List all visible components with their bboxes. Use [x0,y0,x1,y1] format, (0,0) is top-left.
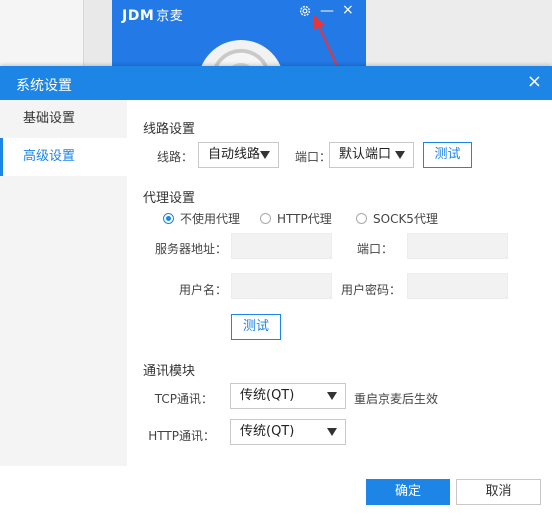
proxy-test-button[interactable]: 测试 [231,314,281,340]
route-label: 线路： [156,150,193,164]
cancel-button[interactable]: 取消 [456,479,541,505]
http-select-value: 传统(QT) [240,424,295,439]
tcp-select-value: 传统(QT) [240,388,295,403]
chevron-down-icon [395,151,405,159]
tcp-select[interactable]: 传统(QT) [230,383,346,409]
ok-button[interactable]: 确定 [366,479,450,505]
comm-section-title: 通讯模块 [143,364,196,379]
proxy-port-input[interactable] [407,233,508,259]
tcp-note: 重启京麦后生效 [354,392,439,406]
tcp-label: TCP通讯： [154,392,213,406]
dialog-close-icon[interactable]: × [527,72,542,92]
http-label: HTTP通讯： [148,429,215,443]
username-input[interactable] [231,273,332,299]
server-address-input[interactable] [231,233,332,259]
settings-dialog: 系统设置 × 基础设置 高级设置 线路设置 线路： 自动线路 端口： 默认端口 … [0,66,552,517]
proxy-sock5-label: SOCK5代理 [373,212,438,226]
proxy-http-radio[interactable]: HTTP代理 [260,210,332,227]
radio-unchecked-icon [356,213,367,224]
route-select-value: 自动线路 [208,147,261,162]
port-label: 端口： [294,150,331,164]
username-label: 用户名： [178,283,227,297]
route-select[interactable]: 自动线路 [198,142,279,168]
settings-content: 线路设置 线路： 自动线路 端口： 默认端口 测试 代理设置 不使用代理 HTT… [127,100,552,466]
radio-unchecked-icon [260,213,271,224]
sidebar-item-advanced[interactable]: 高级设置 [0,138,127,176]
dialog-footer: 确定 取消 [0,466,552,517]
proxy-sock5-radio[interactable]: SOCK5代理 [356,210,438,227]
dialog-title: 系统设置 [16,78,72,94]
proxy-section-title: 代理设置 [143,191,196,206]
chevron-down-icon [260,151,270,159]
route-test-button[interactable]: 测试 [423,142,472,168]
chevron-down-icon [327,392,337,400]
route-section-title: 线路设置 [143,122,196,137]
http-select[interactable]: 传统(QT) [230,419,346,445]
proxy-none-label: 不使用代理 [180,212,241,226]
proxy-port-label: 端口： [356,242,393,256]
dialog-header: 系统设置 × [0,66,552,100]
password-input[interactable] [407,273,508,299]
radio-checked-icon [163,213,174,224]
port-select-value: 默认端口 [339,147,392,162]
settings-sidebar: 基础设置 高级设置 [0,100,127,466]
proxy-none-radio[interactable]: 不使用代理 [163,210,240,227]
chevron-down-icon [327,428,337,436]
sidebar-item-basic[interactable]: 基础设置 [0,100,127,138]
proxy-http-label: HTTP代理 [277,212,332,226]
port-select[interactable]: 默认端口 [329,142,414,168]
password-label: 用户密码： [340,283,401,297]
server-address-label: 服务器地址： [154,242,227,256]
